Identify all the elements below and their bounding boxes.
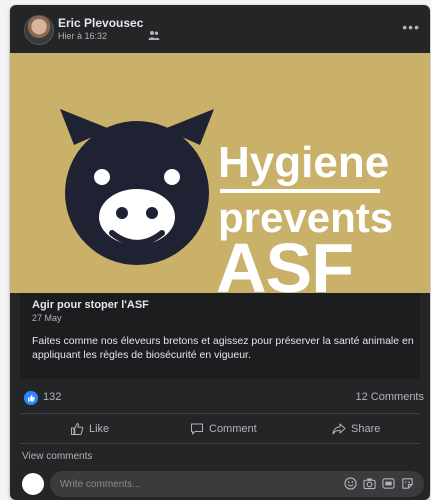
speech-bubble-icon: [191, 423, 203, 435]
sticker-icon[interactable]: [401, 477, 414, 490]
gif-icon[interactable]: [382, 477, 395, 490]
comment-input[interactable]: [50, 471, 340, 497]
view-comments-link[interactable]: View comments: [22, 451, 92, 462]
divider: [20, 413, 420, 414]
post-card: Eric Plevousec Hier à 16:32 ••• Hygiene …: [10, 5, 430, 500]
author-name[interactable]: Eric Plevousec: [58, 16, 143, 30]
thumbs-up-icon: [71, 422, 84, 435]
like-label: Like: [89, 423, 110, 435]
comment-tools: [344, 477, 414, 490]
post-time[interactable]: Hier à 16:32: [58, 31, 107, 41]
link-preview[interactable]: Agir pour stoper l'ASF 27 May Faites com…: [20, 293, 420, 379]
camera-icon[interactable]: [363, 477, 376, 490]
link-title[interactable]: Agir pour stoper l'ASF: [32, 299, 149, 311]
banner-headline-line1: Hygiene: [218, 138, 390, 187]
smiley-icon[interactable]: [344, 477, 357, 490]
link-date: 27 May: [32, 313, 62, 323]
pig-icon: [60, 109, 214, 265]
more-dots-icon[interactable]: •••: [402, 19, 420, 35]
comment-count[interactable]: 12 Comments: [356, 391, 424, 403]
post-header: Eric Plevousec Hier à 16:32 •••: [10, 5, 430, 49]
author-avatar[interactable]: [24, 15, 54, 45]
post-image-banner[interactable]: Hygiene prevents ASF: [10, 53, 430, 303]
share-button[interactable]: Share: [332, 419, 380, 439]
like-badge-icon: [24, 391, 38, 405]
link-description: Faites comme nos éleveurs bretons et agi…: [32, 335, 414, 361]
friends-icon: [148, 31, 160, 40]
banner-divider: [220, 189, 380, 193]
comment-button[interactable]: Comment: [190, 419, 257, 439]
current-user-avatar: [22, 473, 44, 495]
divider: [20, 443, 420, 444]
share-label: Share: [351, 423, 381, 435]
share-arrow-icon: [332, 423, 346, 435]
like-count: 132: [43, 391, 62, 403]
comment-box: [50, 471, 424, 497]
comment-label: Comment: [209, 423, 257, 435]
like-button[interactable]: Like: [70, 419, 109, 439]
